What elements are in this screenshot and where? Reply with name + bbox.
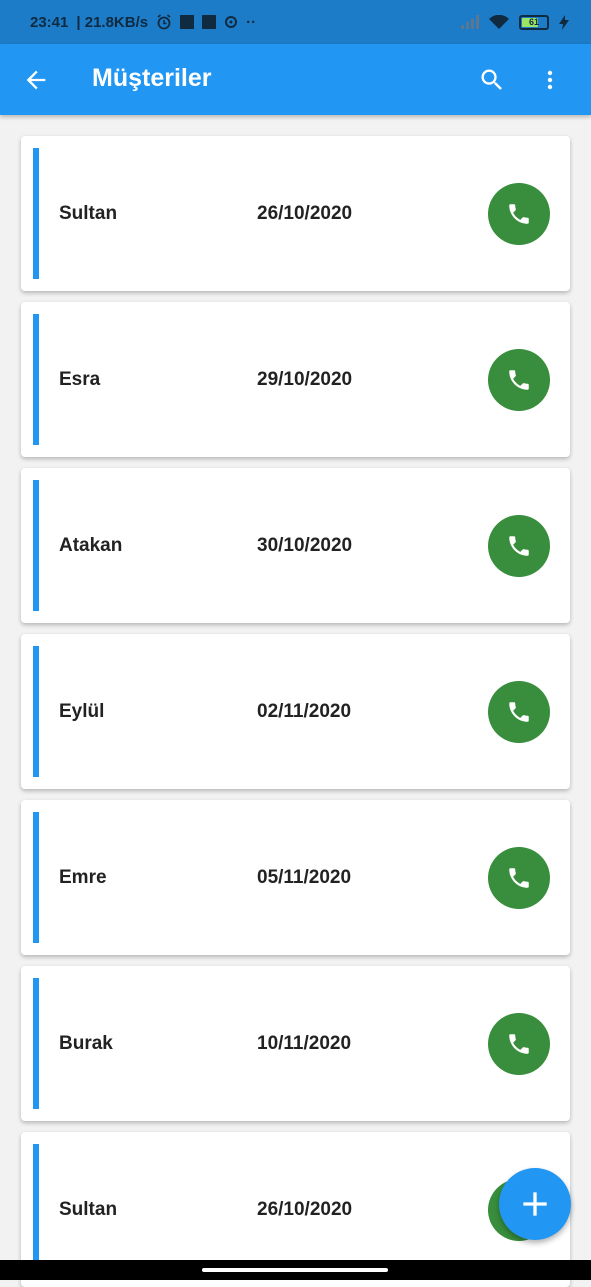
- customer-name: Emre: [59, 867, 107, 888]
- more-vert-icon[interactable]: [538, 66, 562, 94]
- phone-icon: [509, 536, 529, 556]
- network-speed: | 21.8KB/s: [76, 13, 149, 31]
- phone-icon: [509, 1034, 529, 1054]
- customer-date: 26/10/2020: [257, 1199, 353, 1220]
- phone-icon: [509, 204, 529, 224]
- status-time: 23:41: [30, 13, 69, 31]
- card-accent-bar: [33, 646, 39, 777]
- card-accent-bar: [33, 978, 39, 1109]
- arrow-back-icon[interactable]: [22, 66, 50, 94]
- customer-date: 26/10/2020: [257, 203, 353, 224]
- call-button[interactable]: [488, 1013, 550, 1075]
- phone-icon: [509, 868, 529, 888]
- card-accent-bar: [33, 480, 39, 611]
- card-accent-bar: [33, 812, 39, 943]
- customer-date: 02/11/2020: [257, 701, 352, 722]
- app-bar: Müşteriler: [0, 44, 591, 115]
- status-bar: 23:41 | 21.8KB/s ·· 61: [0, 0, 591, 44]
- customer-card[interactable]: Atakan 30/10/2020: [21, 468, 570, 623]
- card-accent-bar: [33, 314, 39, 445]
- customer-date: 30/10/2020: [257, 535, 353, 556]
- notification-icon: [202, 15, 217, 29]
- signal-icon: [461, 15, 479, 29]
- customer-name: Burak: [59, 1033, 113, 1054]
- customer-card[interactable]: Emre 05/11/2020: [21, 800, 570, 955]
- customer-date: 05/11/2020: [257, 867, 352, 888]
- phone-icon: [509, 370, 529, 390]
- system-nav-bar: [0, 1260, 591, 1280]
- status-right: 61: [461, 14, 569, 30]
- customer-name: Esra: [59, 369, 101, 390]
- call-button[interactable]: [488, 681, 550, 743]
- notification-icon: [180, 15, 195, 29]
- add-icon: [523, 1192, 547, 1216]
- customer-name: Eylül: [59, 701, 105, 722]
- card-accent-bar: [33, 1144, 39, 1275]
- home-handle[interactable]: [202, 1268, 388, 1272]
- customer-card[interactable]: Burak 10/11/2020: [21, 966, 570, 1121]
- customer-card[interactable]: Sultan 26/10/2020: [21, 136, 570, 291]
- customer-name: Sultan: [59, 203, 118, 224]
- customer-date: 10/11/2020: [257, 1033, 352, 1054]
- more-notifications: ··: [246, 13, 257, 31]
- phone-icon: [509, 702, 529, 722]
- wifi-icon: [489, 14, 509, 29]
- call-button[interactable]: [488, 349, 550, 411]
- add-customer-button[interactable]: [499, 1168, 571, 1240]
- search-icon[interactable]: [478, 66, 506, 94]
- customer-name: Atakan: [59, 535, 123, 556]
- battery-level: 61: [528, 17, 539, 27]
- customer-card[interactable]: Esra 29/10/2020: [21, 302, 570, 457]
- sync-icon: [225, 16, 238, 28]
- alarm-icon: [157, 14, 171, 30]
- call-button[interactable]: [488, 183, 550, 245]
- card-accent-bar: [33, 148, 39, 279]
- charging-icon: [559, 14, 569, 30]
- customer-name: Sultan: [59, 1199, 118, 1220]
- customer-card[interactable]: Eylül 02/11/2020: [21, 634, 570, 789]
- battery-icon: 61: [519, 14, 549, 30]
- page-title: Müşteriler: [92, 64, 212, 92]
- call-button[interactable]: [488, 847, 550, 909]
- customer-date: 29/10/2020: [257, 369, 353, 390]
- call-button[interactable]: [488, 515, 550, 577]
- status-left: 23:41 | 21.8KB/s ··: [30, 14, 256, 31]
